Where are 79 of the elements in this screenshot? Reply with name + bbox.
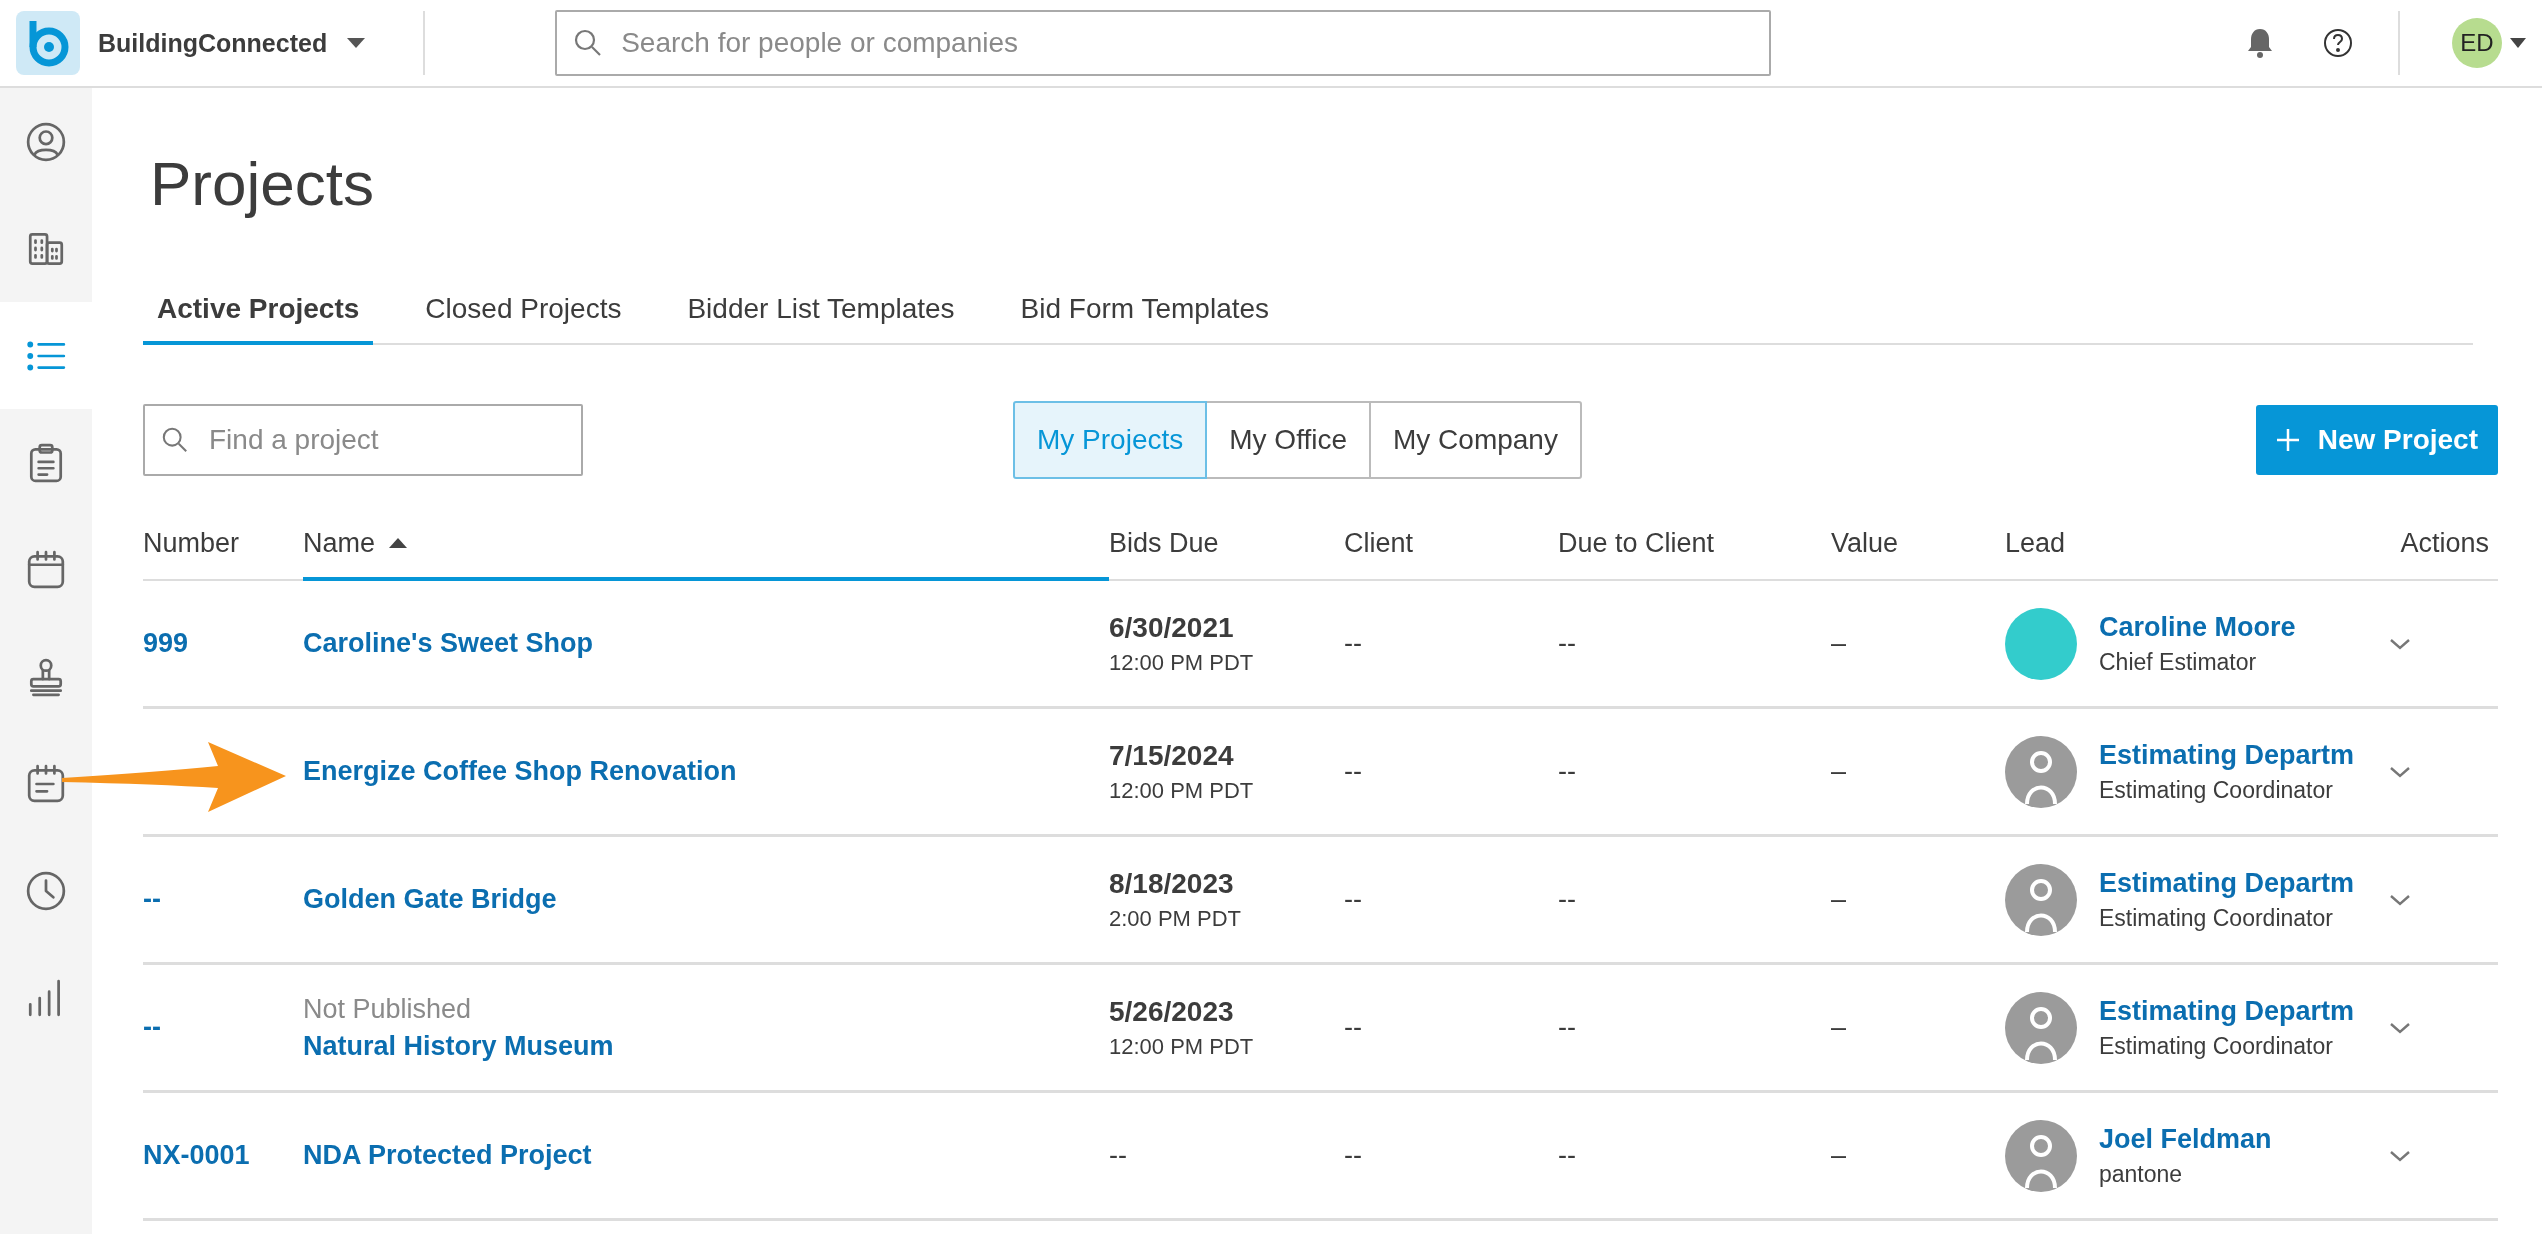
table-cell: -- <box>1344 884 1362 914</box>
chevron-down-icon <box>2389 765 2411 778</box>
table-cell: – <box>1831 1140 1847 1170</box>
caret-icon <box>347 38 366 48</box>
column-header[interactable]: Actions <box>2400 507 2489 579</box>
table-cell: -- <box>1344 1012 1362 1042</box>
column-header[interactable]: Lead <box>2005 507 2066 579</box>
table-cell: -- <box>1558 628 1576 658</box>
user-avatar[interactable]: ED <box>2452 18 2502 68</box>
lead-role: Chief Estimator <box>2099 648 2257 676</box>
bids-due-time: 12:00 PM PDT <box>1109 777 1254 804</box>
bids-due-time: 12:00 PM PDT <box>1109 1033 1254 1060</box>
lead-name-link[interactable]: Estimating Departm <box>2099 867 2355 899</box>
lead-role: pantone <box>2099 1160 2183 1188</box>
page-title: Projects <box>150 148 375 219</box>
caret-icon[interactable] <box>2510 38 2526 48</box>
search-field[interactable]: Search for people or companies <box>555 10 1772 76</box>
lead-role: Estimating Coordinator <box>2099 1032 2333 1060</box>
project-name-link[interactable]: Energize Coffee Shop Renovation <box>303 756 737 787</box>
project-number-link[interactable]: 999 <box>143 628 189 658</box>
lead-role: Estimating Coordinator <box>2099 776 2333 804</box>
column-header[interactable]: Bids Due <box>1109 507 1219 579</box>
tab[interactable]: Bid Form Templates <box>1006 281 1284 345</box>
tab[interactable]: Closed Projects <box>411 281 636 345</box>
bids-due-date: 7/15/2024 <box>1109 739 1234 772</box>
plus-icon <box>2275 428 2300 452</box>
calendar-icon <box>25 548 67 591</box>
project-number-link[interactable]: -- <box>143 884 161 914</box>
find-project-field[interactable]: Find a project <box>143 404 583 476</box>
table-cell: -- <box>1558 884 1576 914</box>
profile-icon <box>25 120 67 163</box>
table-cell: – <box>1831 756 1847 786</box>
chevron-down-icon <box>2389 1149 2411 1162</box>
scope-toggle[interactable]: My Office <box>1205 401 1371 479</box>
calendar-notes-icon <box>25 762 67 805</box>
bids-due-date: 6/30/2021 <box>1109 611 1234 644</box>
brand-menu-button[interactable]: BuildingConnected <box>80 28 384 58</box>
tab[interactable]: Bidder List Templates <box>673 281 969 345</box>
chevron-down-icon <box>2389 893 2411 906</box>
project-name-link[interactable]: Caroline's Sweet Shop <box>303 628 593 659</box>
sidebar-item[interactable] <box>0 302 92 409</box>
lead-role: Estimating Coordinator <box>2099 904 2333 932</box>
logo-icon[interactable] <box>16 11 80 75</box>
column-header[interactable]: Due to Client <box>1558 507 1715 579</box>
lead-name-link[interactable]: Estimating Departm <box>2099 739 2355 771</box>
project-name-link[interactable]: NDA Protected Project <box>303 1140 592 1171</box>
sort-up-icon <box>389 538 408 548</box>
chevron-down-icon <box>2389 637 2411 650</box>
table-cell: -- <box>1344 756 1362 786</box>
table-cell: -- <box>1109 1140 1127 1171</box>
bids-due-date: 5/26/2023 <box>1109 995 1234 1028</box>
bids-due-time: 12:00 PM PDT <box>1109 649 1254 676</box>
bids-due-time: 2:00 PM PDT <box>1109 905 1242 932</box>
bids-due-date: 8/18/2023 <box>1109 867 1234 900</box>
table-cell: – <box>1831 628 1847 658</box>
column-header[interactable]: Name <box>303 509 1109 581</box>
project-name-link[interactable]: Natural History Museum <box>303 1030 614 1062</box>
lead-name-link[interactable]: Joel Feldman <box>2099 1123 2272 1155</box>
lead-name-link[interactable]: Estimating Departm <box>2099 995 2355 1027</box>
column-header[interactable]: Value <box>1831 507 1899 579</box>
table-cell: -- <box>1558 1012 1576 1042</box>
table-cell: – <box>1831 1012 1847 1042</box>
column-header[interactable]: Number <box>143 507 240 579</box>
project-name-link[interactable]: Golden Gate Bridge <box>303 884 557 915</box>
project-number-link[interactable]: -- <box>143 1012 161 1042</box>
scope-toggle[interactable]: My Company <box>1369 401 1582 479</box>
tab[interactable]: Active Projects <box>143 281 374 345</box>
project-number-link[interactable]: NX-0001 <box>143 1140 250 1170</box>
column-header[interactable]: Client <box>1344 507 1414 579</box>
status-text: Not Published <box>303 993 472 1025</box>
clock-icon <box>25 869 67 912</box>
chevron-down-icon <box>2389 1021 2411 1034</box>
table-cell: -- <box>1558 756 1576 786</box>
table-cell: -- <box>1344 628 1362 658</box>
search-icon <box>161 426 189 454</box>
table-cell: -- <box>1344 1140 1362 1170</box>
lead-name-link[interactable]: Caroline Moore <box>2099 611 2296 643</box>
table-cell: -- <box>1558 1140 1576 1170</box>
table-cell: – <box>1831 884 1847 914</box>
